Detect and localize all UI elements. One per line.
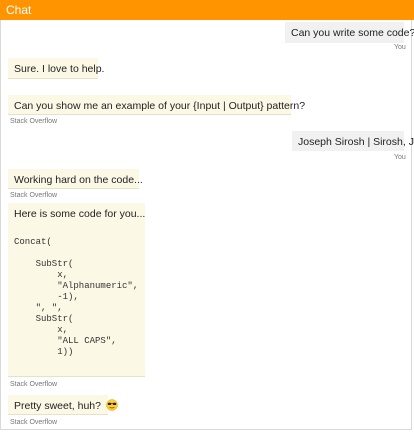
- message-text: Here is some code for you...: [14, 208, 146, 220]
- message-text: Can you write some code?: [291, 27, 414, 39]
- window-title: Chat: [6, 3, 32, 17]
- sender-label: You: [394, 154, 406, 161]
- sender-label: You: [394, 44, 406, 51]
- code-snippet: Concat( SubStr( x, "Alphanumeric", -1), …: [14, 237, 139, 357]
- user-message: Can you write some code?: [285, 22, 414, 43]
- message-text: Joseph Sirosh | Sirosh, J: [298, 136, 414, 148]
- message-text: Pretty sweet, huh?: [14, 400, 101, 412]
- sender-label: Stack Overflow: [10, 419, 58, 426]
- sender-label: Stack Overflow: [10, 381, 58, 388]
- bot-message: Pretty sweet, huh?: [8, 395, 118, 415]
- sender-label: Stack Overflow: [10, 192, 58, 199]
- bot-message: Can you show me an example of your {Inpu…: [8, 95, 305, 115]
- sender-label: Stack Overflow: [10, 118, 58, 125]
- sunglasses-emoji-icon: [106, 399, 118, 411]
- bot-code-message: Here is some code for you... Concat( Sub…: [8, 203, 145, 377]
- user-message: Joseph Sirosh | Sirosh, J: [292, 131, 414, 151]
- chat-title-bar: Chat: [0, 0, 414, 20]
- bot-message: Working hard on the code...: [8, 169, 143, 189]
- message-text: Can you show me an example of your {Inpu…: [14, 100, 306, 112]
- bot-message: Sure. I love to help.: [8, 58, 104, 79]
- message-text: Working hard on the code...: [14, 174, 143, 186]
- message-text: Sure. I love to help.: [14, 63, 105, 75]
